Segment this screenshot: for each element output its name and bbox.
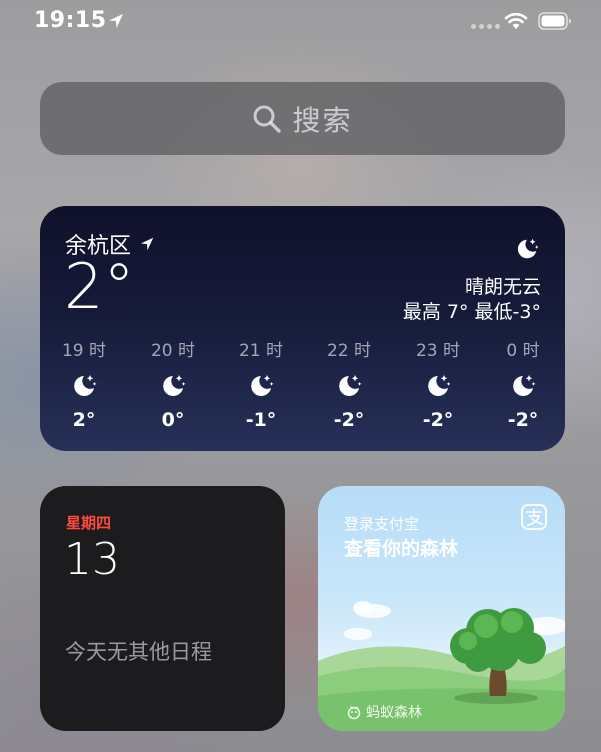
moon-stars-icon xyxy=(251,375,274,396)
hourly-time: 21 时 xyxy=(238,341,284,361)
moon-stars-icon xyxy=(74,375,97,396)
hourly-time: 0 时 xyxy=(506,341,540,361)
hourly-time: 19 时 xyxy=(61,341,107,361)
calendar-day-number: 13 xyxy=(64,534,120,585)
status-bar: 19:15 xyxy=(0,0,601,44)
hourly-temp: -2° xyxy=(507,409,539,431)
location-arrow-icon xyxy=(109,14,123,28)
hourly-time: 22 时 xyxy=(326,341,372,361)
moon-stars-icon xyxy=(339,375,362,396)
weather-widget[interactable]: 余杭区 2° 晴朗无云 最高 7° 最低-3° 19 时 2° 20 时 0° … xyxy=(40,206,565,451)
search-bar[interactable]: 搜索 xyxy=(40,82,565,155)
hourly-temp: 0° xyxy=(161,409,185,431)
ant-forest-brand-label: 蚂蚁森林 xyxy=(366,705,422,721)
moon-stars-icon xyxy=(163,375,186,396)
hourly-item: 21 时 -1° xyxy=(231,336,291,431)
hourly-item: 20 时 0° xyxy=(143,336,203,431)
hourly-item: 19 时 2° xyxy=(54,336,114,431)
calendar-no-events: 今天无其他日程 xyxy=(65,640,212,664)
hourly-item: 22 时 -2° xyxy=(319,336,379,431)
moon-stars-icon xyxy=(517,238,539,259)
hourly-item: 0 时 -2° xyxy=(493,336,553,431)
hourly-temp: -1° xyxy=(245,409,277,431)
weather-condition: 晴朗无云 xyxy=(464,276,541,298)
hourly-temp: -2° xyxy=(333,409,365,431)
ant-forest-widget[interactable]: 登录支付宝 查看你的森林 蚂蚁森林 xyxy=(318,486,565,731)
hourly-time: 23 时 xyxy=(415,341,461,361)
calendar-weekday: 星期四 xyxy=(66,514,112,532)
wifi-icon xyxy=(504,12,528,29)
ant-forest-logo-icon xyxy=(347,706,361,720)
search-icon xyxy=(253,105,282,133)
alipay-login-prompt: 登录支付宝 xyxy=(344,515,420,533)
calendar-widget[interactable]: 星期四 13 今天无其他日程 xyxy=(40,486,285,731)
ant-forest-brand: 蚂蚁森林 xyxy=(346,702,422,722)
weather-high-low: 最高 7° 最低-3° xyxy=(402,301,541,323)
hourly-item: 23 时 -2° xyxy=(408,336,468,431)
location-arrow-icon xyxy=(140,237,154,251)
battery-icon xyxy=(538,12,571,30)
moon-stars-icon xyxy=(428,375,451,396)
search-label: 搜索 xyxy=(292,103,353,137)
hourly-temp: -2° xyxy=(422,409,454,431)
status-time: 19:15 xyxy=(34,8,107,33)
weather-hourly-forecast: 19 时 2° 20 时 0° 21 时 -1° 22 时 -2° 23 时 -… xyxy=(40,336,565,436)
alipay-forest-title: 查看你的森林 xyxy=(344,538,459,560)
weather-current-temp: 2° xyxy=(64,250,135,323)
cellular-dots-icon xyxy=(471,24,500,29)
hourly-temp: 2° xyxy=(72,409,96,431)
hourly-time: 20 时 xyxy=(150,341,196,361)
moon-stars-icon xyxy=(513,375,536,396)
alipay-logo-icon xyxy=(521,504,547,530)
